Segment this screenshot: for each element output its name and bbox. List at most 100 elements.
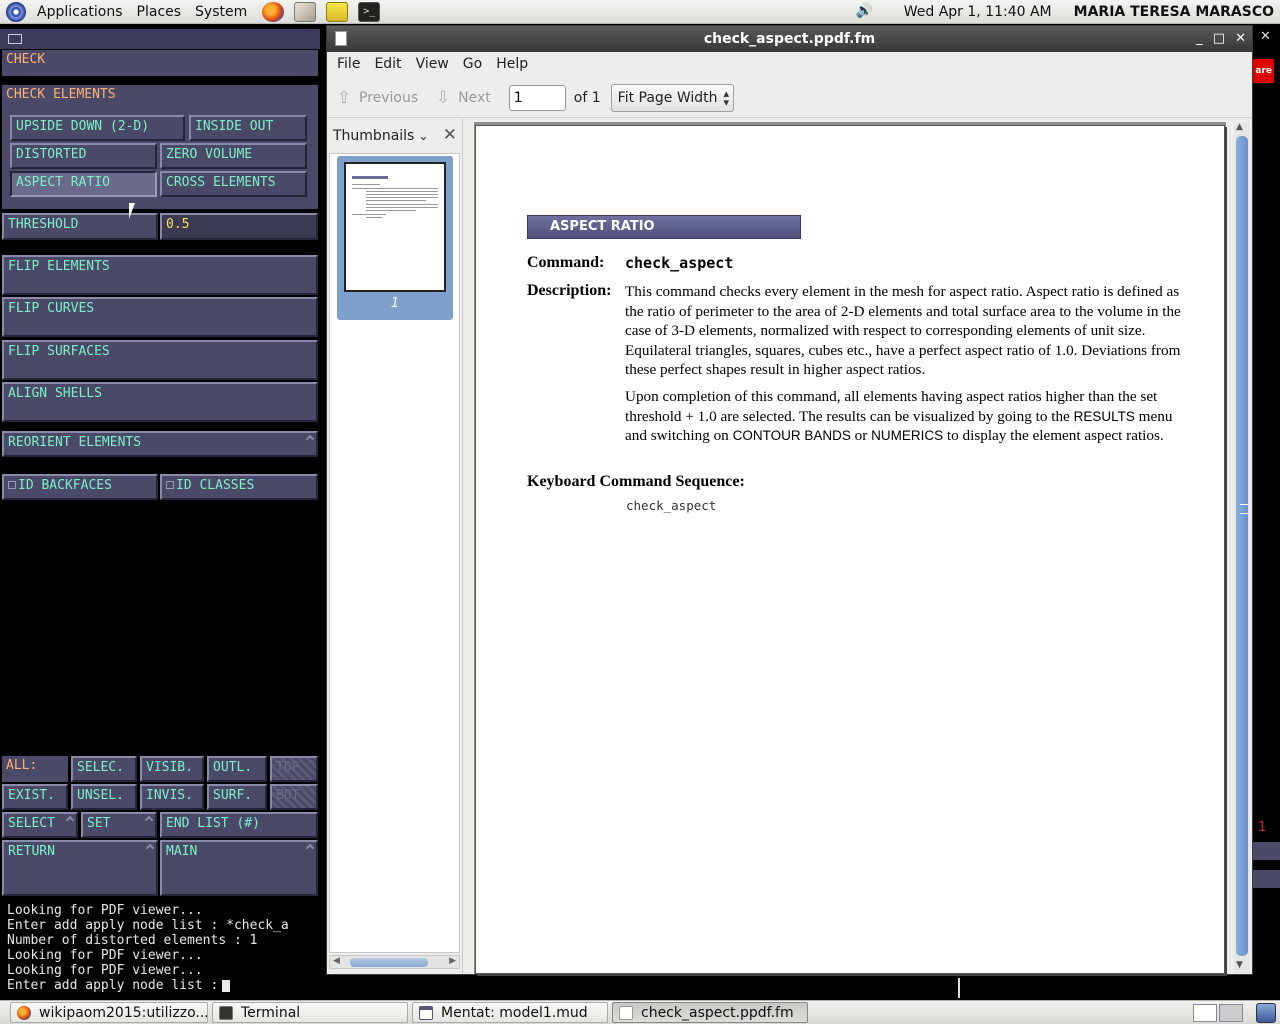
user-name[interactable]: MARIA TERESA MARASCO — [1074, 4, 1274, 20]
applications-menu[interactable]: Applications — [30, 4, 130, 20]
scroll-left-icon[interactable]: ◀ — [333, 956, 340, 966]
notes-icon[interactable] — [326, 1, 349, 22]
console-prompt-text: Enter add apply node list : — [7, 978, 219, 993]
previous-page-button[interactable]: ⇧ Previous — [327, 83, 426, 113]
menu-go[interactable]: Go — [456, 56, 489, 72]
bottom-taskbar: wikipaom2015:utilizzo... Terminal Mentat… — [0, 1000, 1280, 1024]
window-title: check_aspect.ppdf.fm — [703, 31, 876, 47]
id-classes-toggle[interactable]: ID CLASSES — [160, 474, 318, 500]
end-list-button[interactable]: END LIST (#) — [160, 812, 318, 838]
distorted-button[interactable]: DISTORTED — [10, 143, 157, 169]
background-window[interactable]: ✕ are 1 — [1252, 25, 1280, 1000]
thumbnail-page-1[interactable]: 1 — [337, 156, 453, 320]
maximize-icon[interactable]: □ — [1213, 26, 1225, 52]
document-view[interactable]: ASPECT RATIO Command: check_aspect Descr… — [474, 122, 1226, 974]
workspace-2[interactable] — [1219, 1004, 1243, 1022]
zoom-select[interactable]: Fit Page Width ▴ ▾ — [610, 83, 735, 112]
close-icon[interactable]: ✕ — [1235, 26, 1246, 52]
flip-curves-button[interactable]: FLIP CURVES — [2, 297, 318, 337]
scroll-right-icon[interactable]: ▶ — [449, 956, 456, 966]
minimize-icon[interactable]: _ — [1196, 26, 1203, 52]
firefox-icon[interactable] — [262, 1, 285, 22]
scrollbar-thumb[interactable] — [1236, 136, 1248, 956]
sidebar-horizontal-scrollbar[interactable]: ◀ ▶ — [329, 955, 460, 969]
background-bar — [1252, 870, 1280, 888]
volume-icon[interactable]: 🔊 — [856, 3, 878, 21]
all-invisible-button[interactable]: INVIS. — [140, 784, 204, 810]
set-button[interactable]: SET — [81, 812, 157, 838]
close-sidebar-icon[interactable]: ✕ — [443, 125, 457, 145]
menu-edit[interactable]: Edit — [367, 56, 408, 72]
viewer-toolbar: ⇧ Previous ⇩ Next of 1 Fit Page Width ▴▾ — [327, 78, 1252, 118]
window-icon[interactable] — [8, 34, 22, 44]
terminal-icon[interactable]: >_ — [358, 1, 381, 22]
all-selected-button[interactable]: SELEC. — [71, 756, 137, 782]
cross-elements-button[interactable]: CROSS ELEMENTS — [160, 171, 307, 197]
menu-view[interactable]: View — [409, 56, 456, 72]
next-label: Next — [458, 89, 491, 106]
red-number: 1 — [1258, 820, 1267, 835]
thumbnail-list[interactable]: 1 — [329, 153, 460, 953]
aspect-ratio-button[interactable]: ASPECT RATIO — [10, 171, 157, 197]
scroll-up-icon[interactable]: ▲ — [1236, 122, 1243, 132]
submenu-arrow-icon — [144, 815, 154, 825]
scroll-down-icon[interactable]: ▼ — [1236, 960, 1243, 970]
checkbox-icon — [8, 481, 16, 489]
inside-out-button[interactable]: INSIDE OUT — [189, 115, 307, 141]
document-icon — [619, 1005, 633, 1020]
description-paragraph-1: This command checks every element in the… — [625, 283, 1181, 379]
chevron-down-icon: ⌄ — [418, 129, 429, 143]
task-terminal[interactable]: Terminal — [212, 1002, 408, 1023]
all-visible-button[interactable]: VISIB. — [140, 756, 204, 782]
all-label: ALL: — [2, 756, 68, 782]
top-button[interactable]: TOP — [270, 756, 318, 782]
all-surface-button[interactable]: SURF. — [207, 784, 267, 810]
menu-file[interactable]: File — [330, 56, 367, 72]
mail-icon[interactable] — [294, 1, 317, 22]
close-icon[interactable]: ✕ — [1260, 29, 1271, 44]
set-label: SET — [87, 816, 111, 831]
sidebar-title: Thumbnails — [333, 128, 415, 144]
system-menu[interactable]: System — [188, 4, 254, 20]
bottom-button[interactable]: BOT — [270, 784, 318, 810]
all-existing-button[interactable]: EXIST. — [2, 784, 68, 810]
reorient-elements-button[interactable]: REORIENT ELEMENTS — [2, 431, 318, 457]
gnome-foot-icon[interactable] — [6, 1, 26, 22]
id-backfaces-toggle[interactable]: ID BACKFACES — [2, 474, 158, 500]
document-icon — [335, 31, 347, 46]
clock[interactable]: Wed Apr 1, 11:40 AM — [904, 4, 1052, 20]
all-unselected-button[interactable]: UNSEL. — [71, 784, 137, 810]
trash-icon[interactable] — [1256, 1003, 1276, 1023]
document-vertical-scrollbar[interactable]: ▲ ▼ — [1234, 122, 1250, 974]
viewer-titlebar[interactable]: check_aspect.ppdf.fm _ □ ✕ — [327, 26, 1252, 52]
flip-surfaces-button[interactable]: FLIP SURFACES — [2, 340, 318, 380]
submenu-arrow-icon — [65, 815, 75, 825]
results-term: RESULTS — [1073, 408, 1135, 424]
terminal-icon — [219, 1005, 233, 1020]
upside-down-button[interactable]: UPSIDE DOWN (2-D) — [10, 115, 185, 141]
sidebar-mode-select[interactable]: Thumbnails ⌄ — [333, 128, 428, 144]
return-button[interactable]: RETURN — [2, 840, 158, 896]
scrollbar-thumb[interactable] — [350, 958, 428, 967]
places-menu[interactable]: Places — [130, 4, 189, 20]
align-shells-button[interactable]: ALIGN SHELLS — [2, 382, 318, 422]
brand-tag: are — [1252, 59, 1274, 83]
flip-elements-button[interactable]: FLIP ELEMENTS — [2, 255, 318, 295]
console-prompt[interactable]: Enter add apply node list : — [7, 978, 953, 993]
select-button[interactable]: SELECT — [2, 812, 78, 838]
zero-volume-button[interactable]: ZERO VOLUME — [160, 143, 307, 169]
threshold-value-field[interactable]: 0.5 — [160, 213, 318, 240]
workspace-1[interactable] — [1193, 1004, 1217, 1022]
task-firefox[interactable]: wikipaom2015:utilizzo... — [10, 1002, 208, 1023]
sidebar-splitter[interactable] — [464, 119, 474, 974]
main-button[interactable]: MAIN — [160, 840, 318, 896]
keyboard-sequence-label: Keyboard Command Sequence: — [527, 473, 745, 490]
contour-bands-term: CONTOUR BANDS — [732, 428, 851, 444]
page-number-input[interactable] — [508, 84, 566, 111]
all-outline-button[interactable]: OUTL. — [207, 756, 267, 782]
next-page-button[interactable]: ⇩ Next — [426, 83, 499, 113]
menu-help[interactable]: Help — [489, 56, 535, 72]
task-pdf-viewer[interactable]: check_aspect.ppdf.fm — [612, 1002, 808, 1023]
task-mentat[interactable]: Mentat: model1.mud — [412, 1002, 608, 1023]
mentat-titlebar — [0, 29, 320, 49]
